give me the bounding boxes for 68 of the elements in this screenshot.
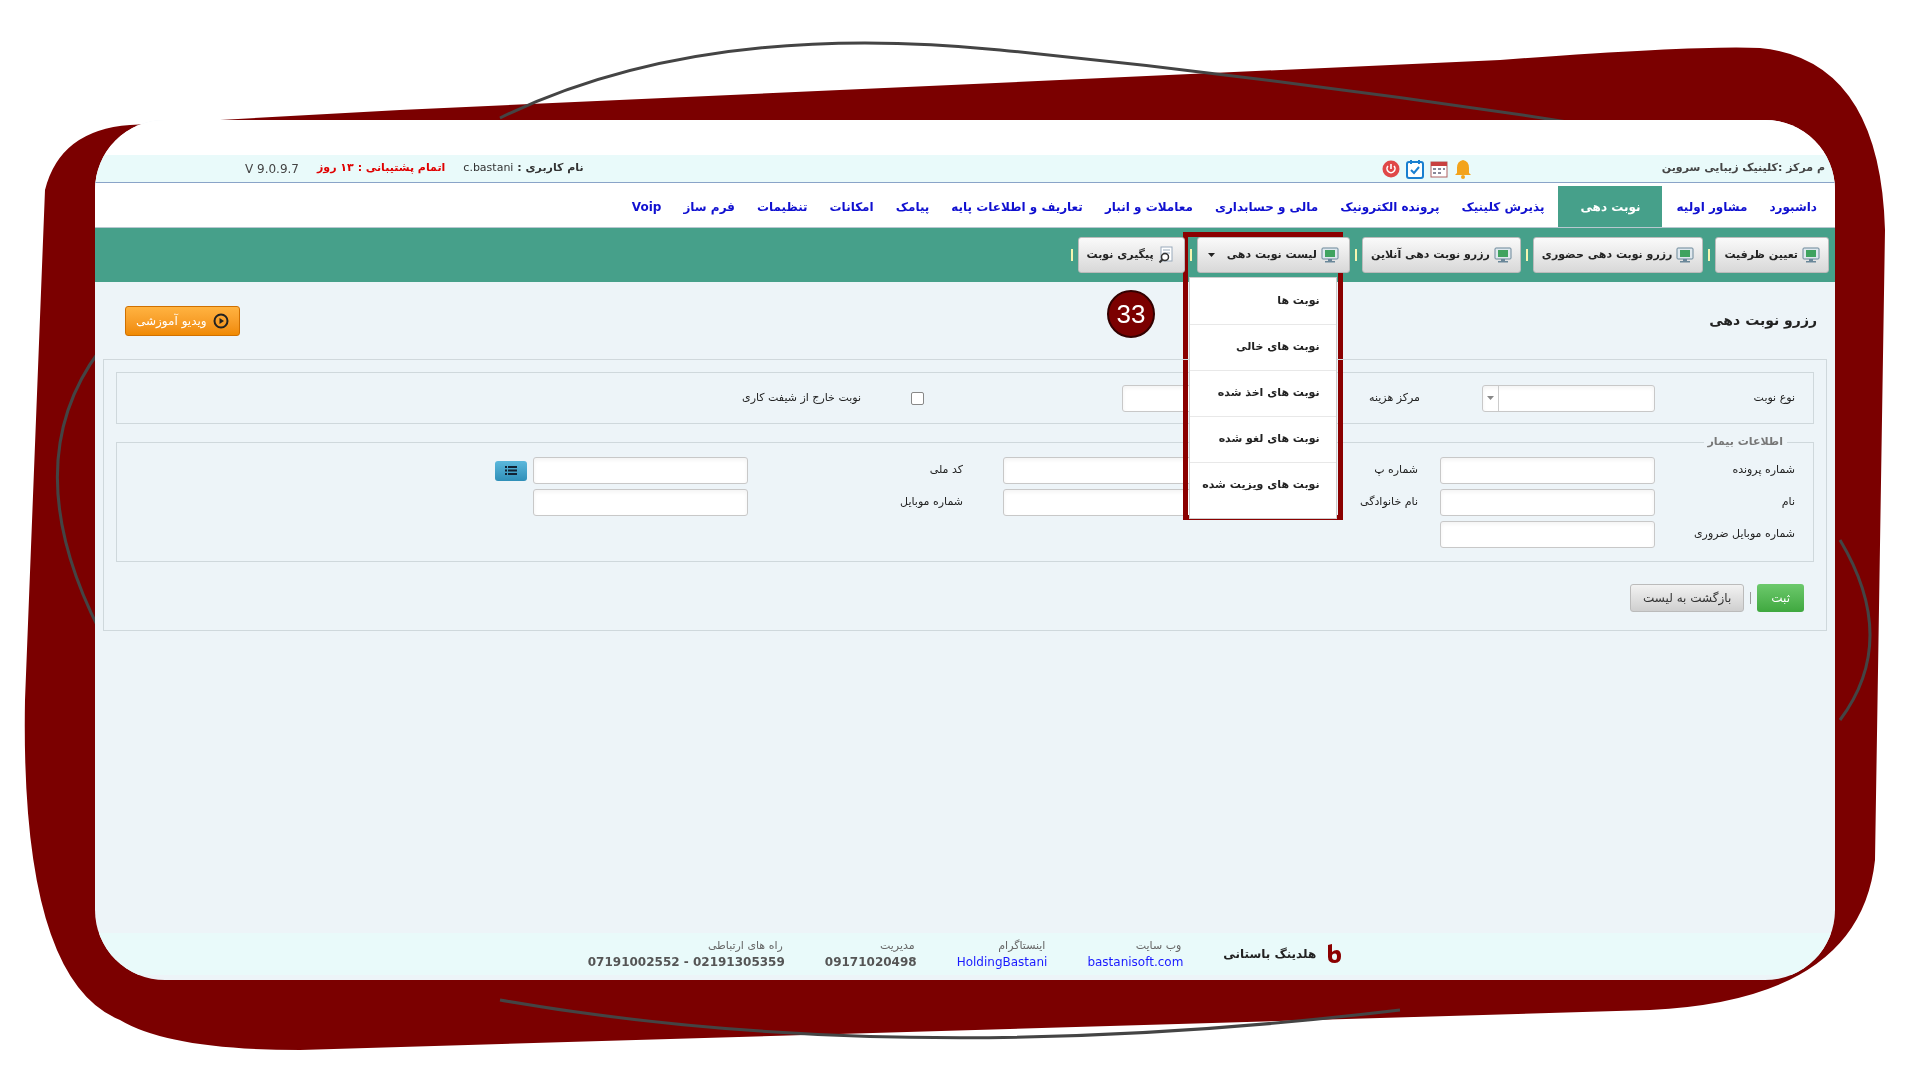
- contact-label: راه های ارتباطی: [707, 938, 784, 954]
- caret-icon: [1207, 253, 1215, 257]
- text-field[interactable]: [533, 457, 748, 484]
- toolbar-button[interactable]: رزرو نوبت دهی آنلاین: [1362, 237, 1521, 273]
- toolbar-button[interactable]: لیست نوبت دهی: [1196, 237, 1350, 273]
- toolbar-button[interactable]: تعیین ظرفیت: [1715, 237, 1829, 273]
- nav-tab[interactable]: داشبورد: [1761, 186, 1825, 227]
- contact-value: 07191002552 - 02191305359: [587, 954, 785, 970]
- monitor-icon: [1676, 247, 1695, 263]
- contact-link[interactable]: bastanisoft.com: [1087, 954, 1184, 970]
- power-icon[interactable]: [1381, 159, 1400, 178]
- monitor-icon: [1321, 247, 1339, 263]
- field-label: شماره موبایل: [900, 494, 963, 511]
- select-field[interactable]: [1482, 384, 1655, 412]
- contact-label: اینستاگرام: [998, 938, 1047, 954]
- version-text: V 9.0.9.7: [245, 160, 299, 178]
- contact-label: مدیریت: [880, 938, 916, 954]
- list-button[interactable]: [495, 460, 527, 481]
- text-field[interactable]: [533, 489, 748, 516]
- nav-tab[interactable]: Voip: [623, 186, 670, 227]
- field-label: کد ملی: [929, 462, 963, 479]
- field-label: مرکز هزینه: [1369, 389, 1420, 406]
- nav-tab[interactable]: تعاریف و اطلاعات پایه: [943, 186, 1091, 227]
- contact-link[interactable]: HoldingBastani: [956, 954, 1048, 970]
- step-number-badge: 33: [1107, 290, 1155, 338]
- field-label: شماره پ: [1374, 462, 1418, 479]
- nav-tab[interactable]: معاملات و انبار: [1096, 186, 1201, 227]
- nav-tab[interactable]: مشاور اولیه: [1668, 186, 1756, 227]
- caret-icon: [1487, 396, 1494, 400]
- contact-label: وب سایت: [1135, 938, 1183, 954]
- section-legend: اطلاعات بیمار: [1703, 434, 1787, 451]
- checkbox-label: نوبت خارج از شیفت کاری: [742, 389, 861, 406]
- nav-tab[interactable]: پرونده الکترونیک: [1332, 186, 1448, 227]
- list-icon: [505, 466, 517, 475]
- monitor-icon: [1802, 247, 1820, 263]
- nav-tab[interactable]: فرم ساز: [675, 186, 743, 227]
- nav-tab[interactable]: پیامک: [887, 186, 938, 227]
- nav-tab[interactable]: تنظیمات: [748, 186, 816, 227]
- calendar-icon[interactable]: [1429, 159, 1448, 178]
- nav-tab[interactable]: امکانات: [821, 186, 882, 227]
- monitor-icon: [1493, 247, 1512, 263]
- center-name: م مرکز :کلینیک زیبایی سروین: [1661, 160, 1825, 177]
- field-label: نام خانوادگی: [1360, 494, 1418, 511]
- field-label: نوع نوبت: [1753, 389, 1795, 406]
- text-field[interactable]: [1440, 489, 1655, 516]
- field-label: شماره موبایل ضروری: [1693, 526, 1795, 543]
- logo-icon: [1326, 944, 1343, 964]
- calendar-check-icon[interactable]: [1405, 158, 1424, 179]
- back-to-list-button[interactable]: بازگشت به لیست: [1630, 583, 1745, 612]
- text-field[interactable]: [1440, 457, 1655, 484]
- toolbar-button[interactable]: پیگیری نوبت: [1077, 237, 1185, 273]
- field-label: شماره پرونده: [1732, 462, 1795, 479]
- company-name: هلدینگ باستانی: [1223, 946, 1317, 963]
- nav-tab[interactable]: پذیرش کلینیک: [1453, 186, 1553, 227]
- menu-item[interactable]: نوبت های خالی: [1189, 324, 1336, 370]
- document-search-icon: [1157, 246, 1176, 264]
- text-field[interactable]: [1440, 521, 1655, 548]
- contact-value: 09171020498: [824, 954, 917, 970]
- play-icon: [212, 312, 229, 329]
- toolbar-button[interactable]: رزرو نوبت دهی حضوری: [1532, 237, 1704, 273]
- support-expiry-text: اتمام پشتیبانی : ۱۳ روز: [317, 160, 446, 177]
- page-title: رزرو نوبت دهی: [1709, 311, 1817, 331]
- checkbox[interactable]: [911, 391, 924, 405]
- nav-tab[interactable]: مالی و حسابداری: [1206, 186, 1327, 227]
- bell-icon[interactable]: [1453, 158, 1472, 179]
- menu-item[interactable]: نوبت ها: [1189, 278, 1336, 324]
- field-label: نام: [1781, 494, 1795, 511]
- menu-item[interactable]: نوبت های لغو شده: [1189, 416, 1336, 462]
